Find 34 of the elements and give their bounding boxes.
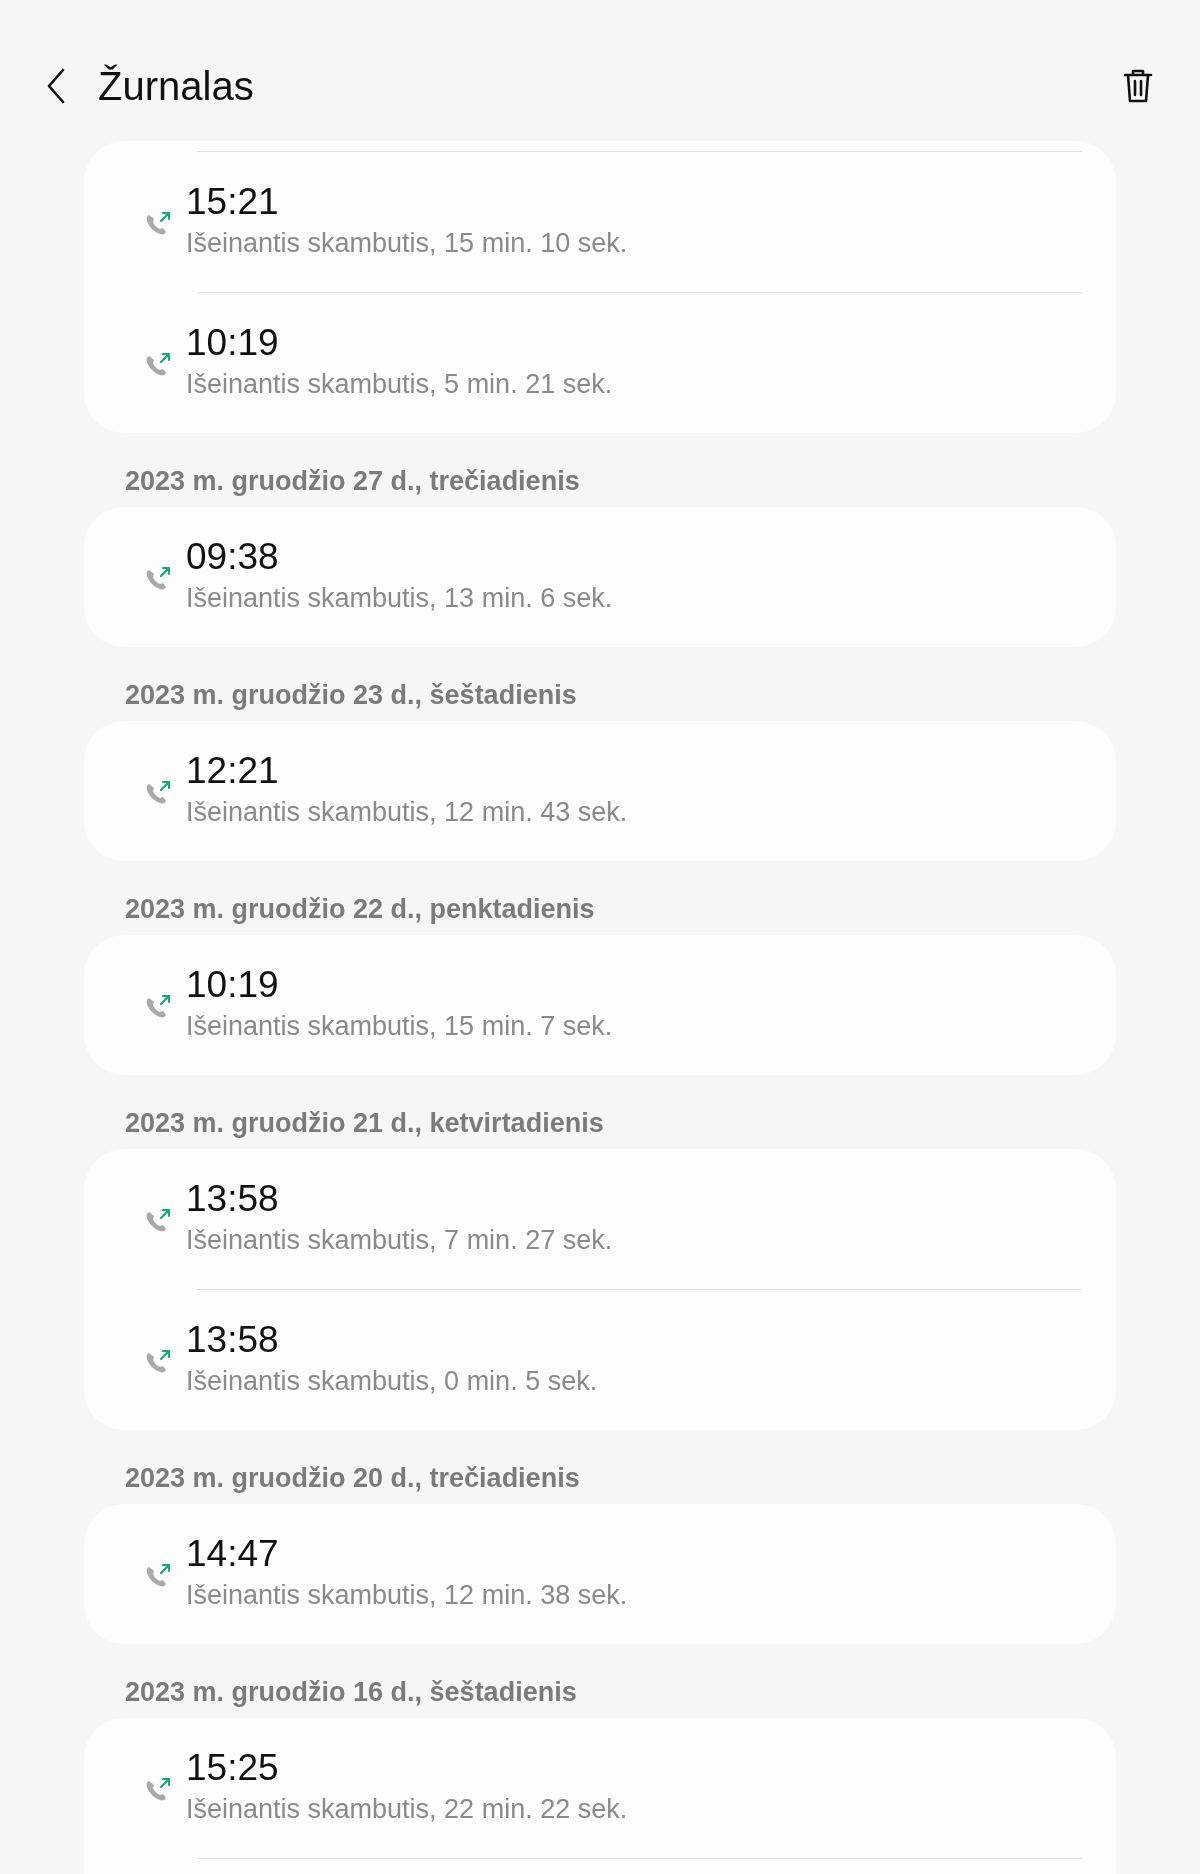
date-header: 2023 m. gruodžio 22 d., penktadienis <box>125 894 595 924</box>
call-time: 15:25 <box>186 1746 280 1790</box>
call-time: 15:21 <box>186 180 280 224</box>
call-time: 10:19 <box>186 321 280 365</box>
call-detail: Išeinantis skambutis, 12 min. 38 sek. <box>186 1579 628 1612</box>
date-header: 2023 m. gruodžio 27 d., trečiadienis <box>125 466 580 496</box>
call-detail: Išeinantis skambutis, 5 min. 21 sek. <box>186 368 613 401</box>
call-detail: Išeinantis skambutis, 15 min. 10 sek. <box>186 227 628 260</box>
call-time: 13:58 <box>186 1318 280 1362</box>
call-time: 14:47 <box>186 1532 280 1576</box>
call-detail: Išeinantis skambutis, 12 min. 43 sek. <box>186 796 628 829</box>
date-header: 2023 m. gruodžio 21 d., ketvirtadienis <box>125 1108 604 1138</box>
call-time: 12:21 <box>186 749 280 793</box>
call-detail: Išeinantis skambutis, 15 min. 7 sek. <box>186 1010 613 1043</box>
call-detail: Išeinantis skambutis, 13 min. 6 sek. <box>186 582 613 615</box>
call-time: 10:19 <box>186 963 280 1007</box>
call-detail: Išeinantis skambutis, 0 min. 5 sek. <box>186 1365 598 1398</box>
call-detail: Išeinantis skambutis, 7 min. 27 sek. <box>186 1224 613 1257</box>
date-header: 2023 m. gruodžio 20 d., trečiadienis <box>125 1463 580 1493</box>
page-title: Žurnalas <box>98 64 254 108</box>
call-row[interactable]: 15:25 Išeinantis skambutis, 22 min. 22 sek. <box>84 1718 1116 1858</box>
call-detail: Išeinantis skambutis, 22 min. 22 sek. <box>186 1793 628 1826</box>
call-row[interactable]: 10:19 Išeinantis skambutis, 15 min. 7 sek. <box>84 935 1116 1075</box>
call-time: 13:58 <box>186 1177 280 1221</box>
call-row[interactable]: 13:58 Išeinantis skambutis, 0 min. 5 sek. <box>84 1290 1116 1430</box>
call-row[interactable]: 14:47 Išeinantis skambutis, 12 min. 38 sek. <box>84 1504 1116 1644</box>
call-row[interactable]: 09:38 Išeinantis skambutis, 13 min. 6 sek. <box>84 507 1116 647</box>
call-row[interactable]: 15:21 Išeinantis skambutis, 15 min. 10 sek. <box>84 152 1116 292</box>
call-row[interactable]: 10:19 Išeinantis skambutis, 5 min. 21 sek. <box>84 293 1116 433</box>
date-header: 2023 m. gruodžio 23 d., šeštadienis <box>125 680 577 710</box>
date-header: 2023 m. gruodžio 16 d., šeštadienis <box>125 1677 577 1707</box>
call-row[interactable]: 13:58 Išeinantis skambutis, 7 min. 27 sek. <box>84 1149 1116 1289</box>
call-row[interactable]: 12:21 Išeinantis skambutis, 12 min. 43 sek. <box>84 721 1116 861</box>
call-time: 09:38 <box>186 535 280 579</box>
